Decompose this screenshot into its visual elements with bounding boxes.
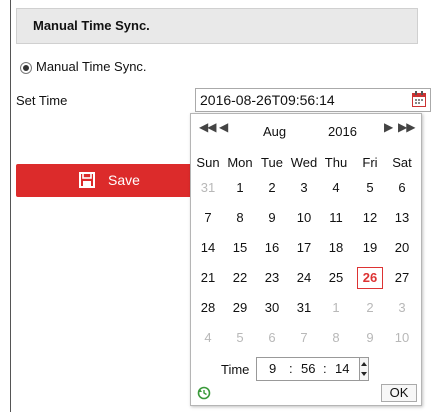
day-cell[interactable]: 11 — [323, 207, 349, 229]
ok-button[interactable]: OK — [381, 384, 417, 402]
day-cell[interactable]: 4 — [323, 177, 349, 199]
day-cell[interactable]: 19 — [357, 237, 383, 259]
minute-field[interactable]: 56 — [301, 358, 315, 380]
weekday-label: Mon — [227, 155, 253, 170]
day-cell-other-month[interactable]: 5 — [227, 327, 253, 349]
day-cell[interactable]: 13 — [389, 207, 415, 229]
day-cell-selected[interactable]: 26 — [357, 267, 383, 289]
day-cell[interactable]: 3 — [291, 177, 317, 199]
day-cell[interactable]: 20 — [389, 237, 415, 259]
day-cell[interactable]: 31 — [291, 297, 317, 319]
day-cell-other-month[interactable]: 31 — [195, 177, 221, 199]
section-title: Manual Time Sync. — [33, 18, 150, 33]
day-cell-other-month[interactable]: 7 — [291, 327, 317, 349]
set-time-input[interactable]: 2016-08-26T09:56:14 — [195, 88, 431, 112]
day-cell-other-month[interactable]: 4 — [195, 327, 221, 349]
day-cell[interactable]: 6 — [389, 177, 415, 199]
time-label: Time — [221, 362, 250, 377]
day-cell[interactable]: 17 — [291, 237, 317, 259]
year-label[interactable]: 2016 — [328, 124, 357, 139]
day-cell-other-month[interactable]: 1 — [323, 297, 349, 319]
next-month-button[interactable]: ▶ — [384, 120, 393, 134]
save-icon — [79, 172, 95, 188]
weekday-label: Tue — [261, 155, 283, 170]
day-cell[interactable]: 1 — [227, 177, 253, 199]
day-cell-other-month[interactable]: 8 — [323, 327, 349, 349]
day-cell[interactable]: 18 — [323, 237, 349, 259]
day-cell[interactable]: 22 — [227, 267, 253, 289]
month-label[interactable]: Aug — [263, 124, 286, 139]
day-cell[interactable]: 27 — [389, 267, 415, 289]
weekday-label: Fri — [362, 155, 378, 170]
prev-year-button[interactable]: ◀◀ — [199, 120, 216, 134]
day-cell[interactable]: 21 — [195, 267, 221, 289]
manual-sync-radio[interactable] — [20, 62, 32, 74]
second-field[interactable]: 14 — [335, 358, 349, 380]
manual-sync-label: Manual Time Sync. — [36, 59, 147, 74]
date-picker-popup: ◀◀ ◀ Aug 2016 ▶ ▶▶ Sun Mon Tue Wed Thu F… — [190, 113, 422, 406]
day-cell[interactable]: 2 — [259, 177, 285, 199]
day-cell[interactable]: 25 — [323, 267, 349, 289]
day-cell[interactable]: 16 — [259, 237, 285, 259]
spin-up-icon[interactable] — [361, 362, 367, 366]
day-cell[interactable]: 9 — [259, 207, 285, 229]
spin-down-icon[interactable] — [361, 372, 367, 376]
day-cell[interactable]: 23 — [259, 267, 285, 289]
weekday-label: Wed — [290, 155, 318, 170]
time-spinner[interactable] — [359, 357, 369, 381]
day-cell-other-month[interactable]: 2 — [357, 297, 383, 319]
prev-month-button[interactable]: ◀ — [219, 120, 228, 134]
time-input[interactable]: 9 : 56 : 14 — [256, 357, 360, 381]
save-button[interactable]: Save — [16, 164, 196, 197]
day-cell[interactable]: 8 — [227, 207, 253, 229]
day-cell[interactable]: 30 — [259, 297, 285, 319]
day-cell[interactable]: 29 — [227, 297, 253, 319]
weekday-label: Thu — [324, 155, 348, 170]
save-label: Save — [108, 172, 140, 188]
day-cell-other-month[interactable]: 10 — [389, 327, 415, 349]
day-cell[interactable]: 5 — [357, 177, 383, 199]
weekday-label: Sun — [196, 155, 220, 170]
day-cell[interactable]: 24 — [291, 267, 317, 289]
day-cell[interactable]: 14 — [195, 237, 221, 259]
day-cell[interactable]: 7 — [195, 207, 221, 229]
day-cell[interactable]: 28 — [195, 297, 221, 319]
today-icon[interactable] — [197, 386, 211, 400]
next-year-button[interactable]: ▶▶ — [398, 120, 415, 134]
day-cell[interactable]: 10 — [291, 207, 317, 229]
time-separator: : — [289, 361, 293, 376]
time-separator: : — [323, 361, 327, 376]
calendar-icon[interactable] — [412, 91, 426, 107]
day-cell-other-month[interactable]: 6 — [259, 327, 285, 349]
set-time-label: Set Time — [16, 93, 68, 108]
day-cell[interactable]: 12 — [357, 207, 383, 229]
weekday-label: Sat — [392, 155, 412, 170]
day-cell-other-month[interactable]: 3 — [389, 297, 415, 319]
day-cell-other-month[interactable]: 9 — [357, 327, 383, 349]
section-header: Manual Time Sync. — [16, 8, 418, 44]
hour-field[interactable]: 9 — [269, 358, 276, 380]
day-cell[interactable]: 15 — [227, 237, 253, 259]
